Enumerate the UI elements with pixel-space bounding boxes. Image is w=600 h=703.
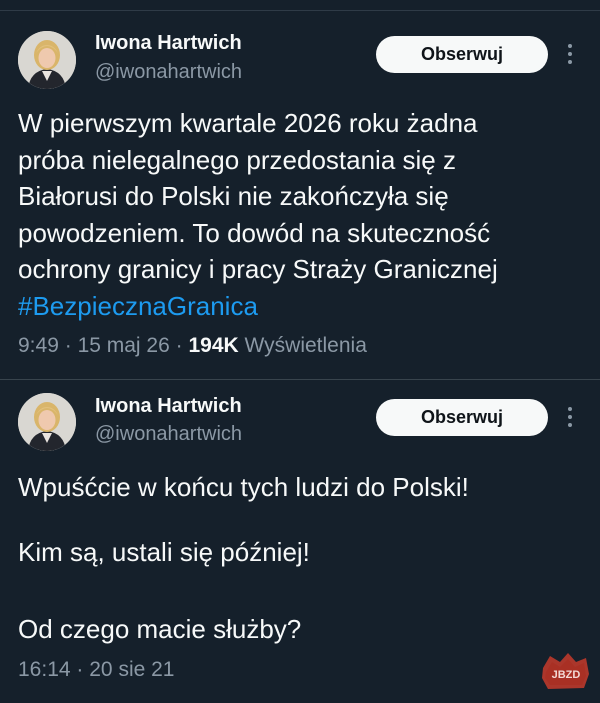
avatar[interactable]: [18, 31, 76, 89]
tweet-text: Wpuśćcie w końcu tych ludzi do Polski!: [18, 469, 578, 506]
author-name[interactable]: Iwona Hartwich: [95, 32, 242, 55]
tweet-text: Od czego macie służby?: [18, 611, 578, 648]
avatar[interactable]: [18, 393, 76, 451]
top-edge: [0, 0, 600, 11]
dot: [568, 60, 572, 64]
tweet-text-line: ochrony granicy i pracy Straży Graniczne…: [18, 254, 498, 284]
author-name[interactable]: Iwona Hartwich: [95, 395, 242, 418]
dot: [568, 415, 572, 419]
more-options-icon[interactable]: [562, 40, 578, 68]
tweet-text: W pierwszym kwartale 2026 roku żadna pró…: [18, 105, 578, 324]
dot: [568, 52, 572, 56]
views-label: Wyświetlenia: [244, 334, 367, 357]
tweet-date[interactable]: 20 sie 21: [89, 658, 174, 681]
meta-separator: ·: [76, 658, 84, 681]
tweet-text: Kim są, ustali się później!: [18, 534, 578, 571]
tweet-text-line: W pierwszym kwartale 2026 roku żadna: [18, 108, 478, 138]
tweet-paragraph: Wpuśćcie w końcu tych ludzi do Polski!: [18, 472, 469, 502]
tweet-meta: 16:14 · 20 sie 21: [18, 658, 174, 682]
tweet-time[interactable]: 9:49: [18, 334, 59, 357]
tweet-1[interactable]: Iwona Hartwich @iwonahartwich Obserwuj W…: [0, 11, 600, 379]
avatar-image: [18, 393, 76, 451]
hashtag-link[interactable]: #BezpiecznaGranica: [18, 288, 578, 325]
tweet-paragraph: Kim są, ustali się później!: [18, 537, 310, 567]
dot: [568, 44, 572, 48]
tweet-date[interactable]: 15 maj 26: [78, 334, 170, 357]
tweet-meta: 9:49 · 15 maj 26 · 194K Wyświetlenia: [18, 334, 367, 358]
tweet-text-line: próba nielegalnego przedostania się z: [18, 144, 456, 175]
meta-separator: ·: [175, 334, 183, 357]
tweet-text-line: Białorusi do Polski nie zakończyła się: [18, 181, 449, 211]
follow-button[interactable]: Obserwuj: [376, 36, 548, 73]
dot: [568, 423, 572, 427]
author-handle[interactable]: @iwonahartwich: [95, 61, 242, 84]
jbzd-watermark-logo: JBZD: [542, 653, 589, 689]
tweet-text-line: powodzeniem. To dowód na skuteczność: [18, 217, 491, 248]
avatar-image: [18, 31, 76, 89]
meta-separator: ·: [64, 334, 72, 357]
views-count: 194K: [188, 334, 239, 357]
tweet-time[interactable]: 16:14: [18, 658, 71, 681]
tweet-paragraph: Od czego macie służby?: [18, 614, 302, 644]
tweet-2[interactable]: Iwona Hartwich @iwonahartwich Obserwuj W…: [0, 379, 600, 703]
svg-text:JBZD: JBZD: [552, 669, 581, 681]
author-handle[interactable]: @iwonahartwich: [95, 423, 242, 446]
more-options-icon[interactable]: [562, 403, 578, 431]
dot: [568, 407, 572, 411]
follow-button[interactable]: Obserwuj: [376, 399, 548, 436]
